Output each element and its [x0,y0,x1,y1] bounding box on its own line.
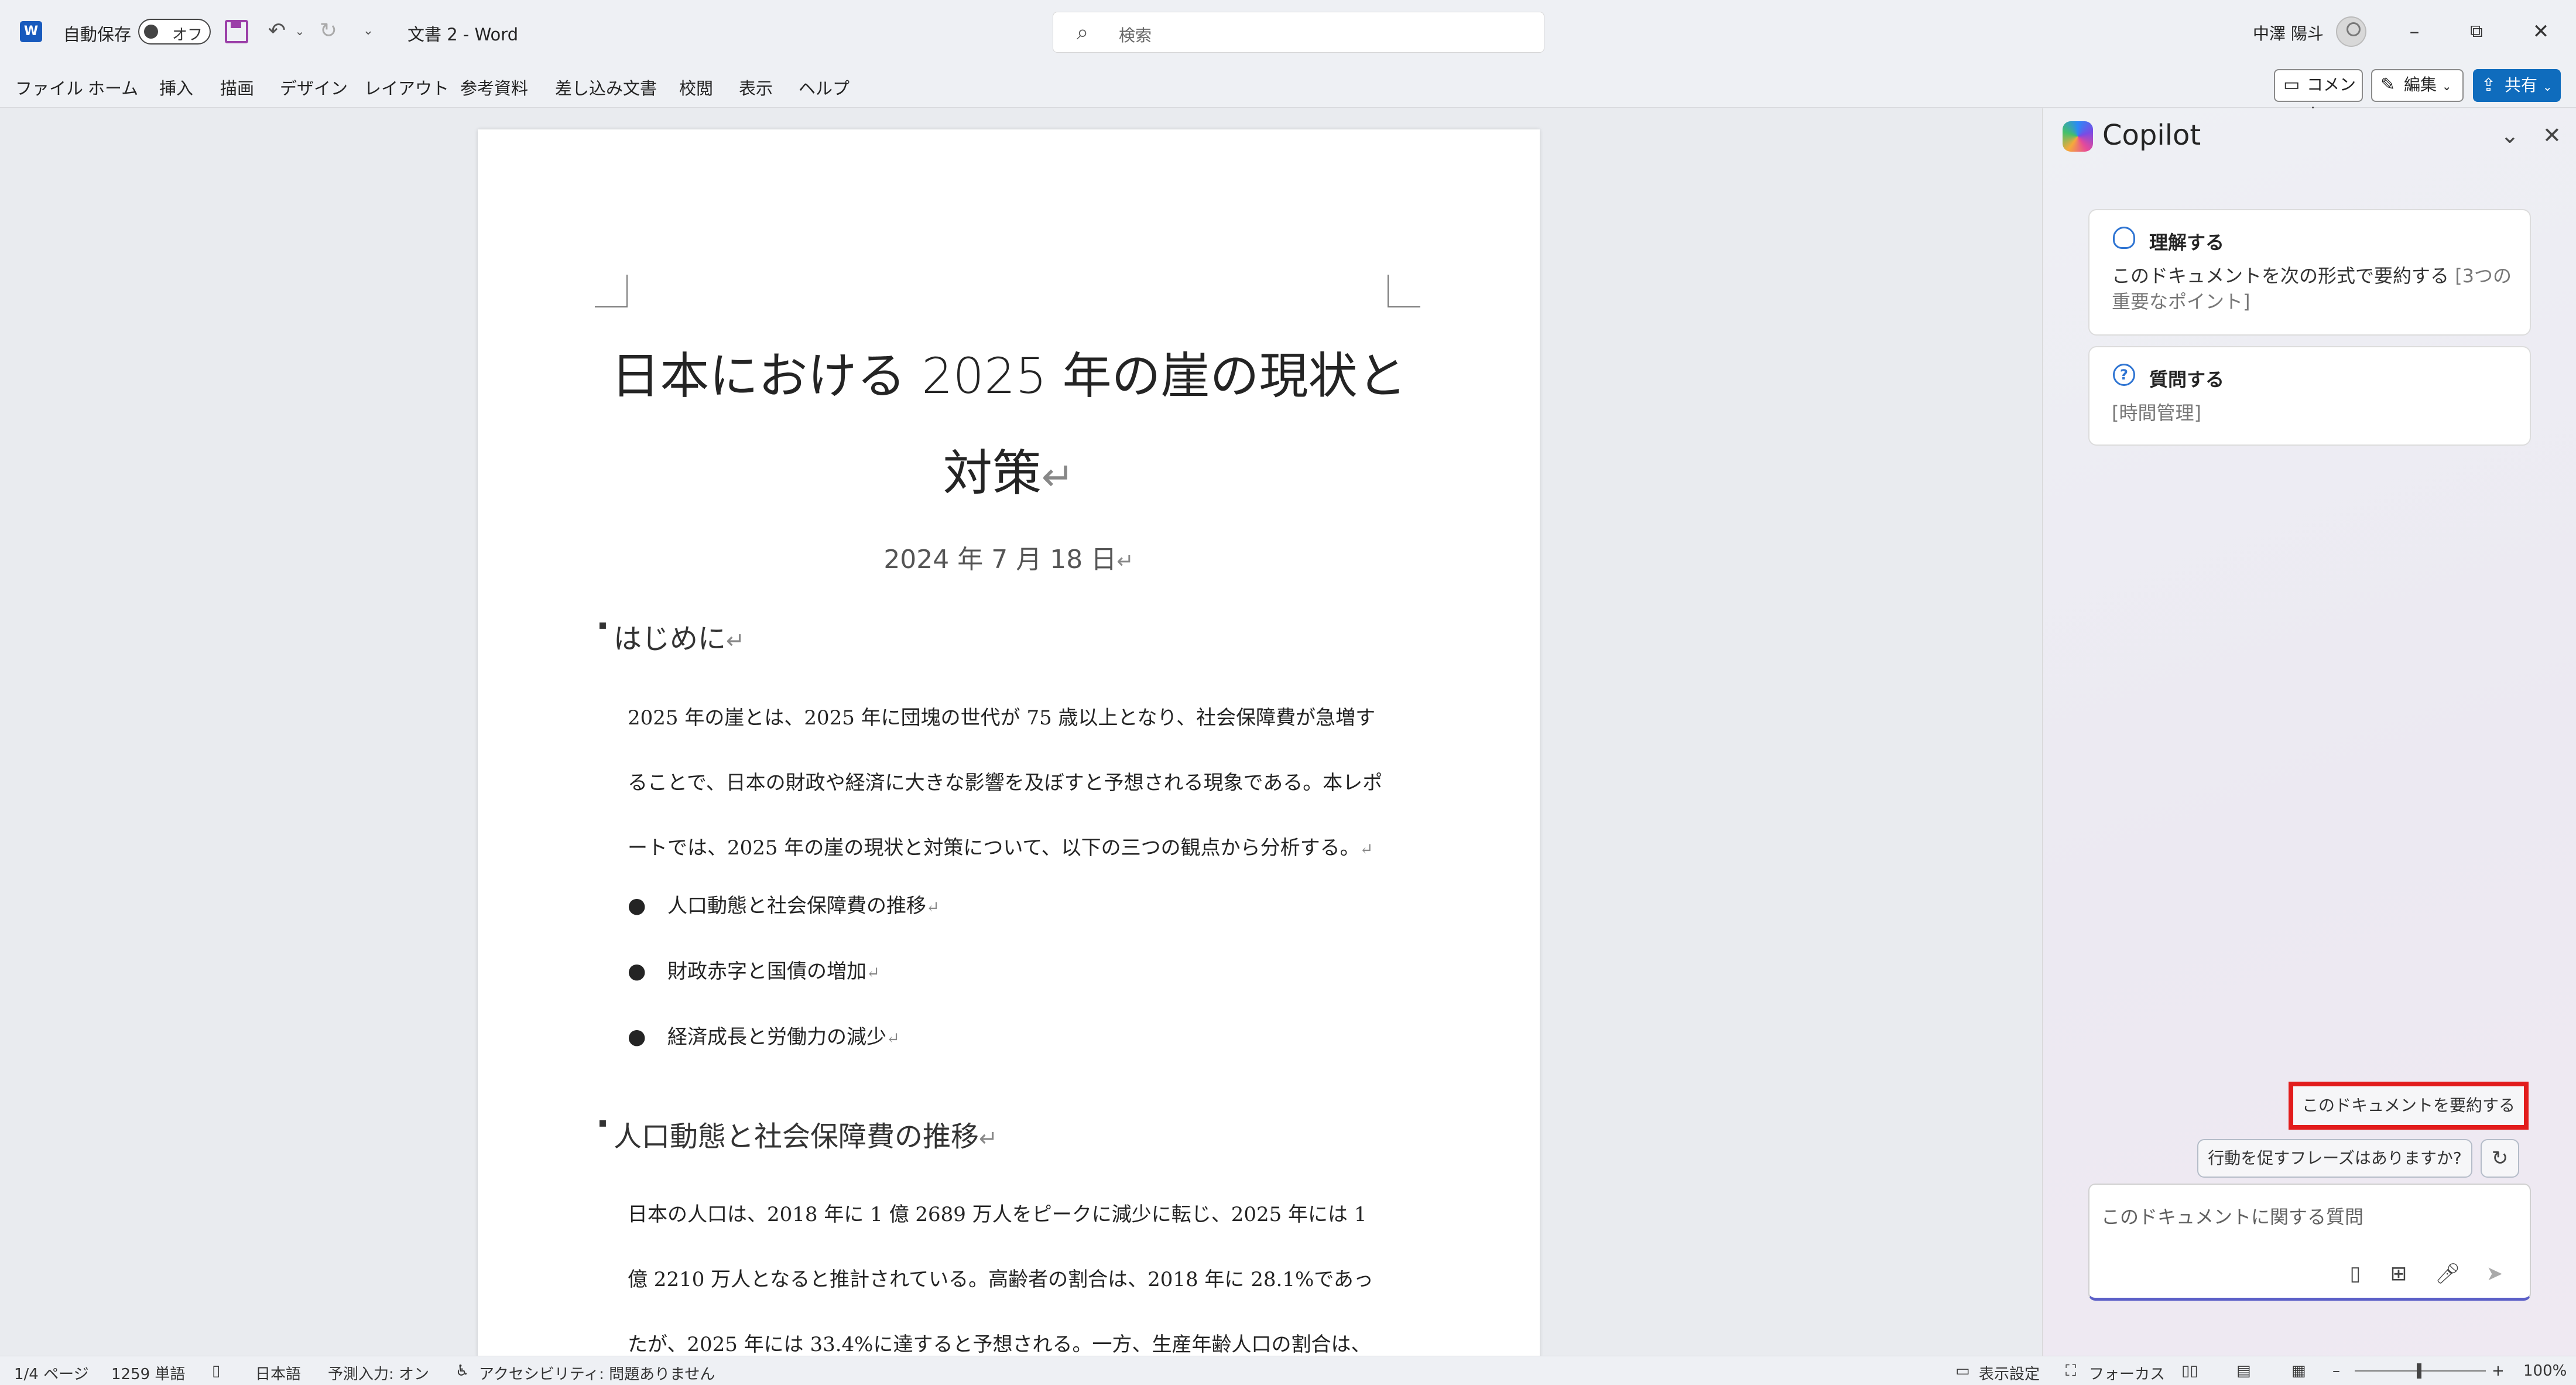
save-icon[interactable] [225,20,248,43]
avatar[interactable] [2336,16,2366,47]
document-name: 文書 2 - Word [407,25,519,45]
zoom-slider-thumb[interactable] [2417,1363,2421,1379]
ribbon-tabs: ファイル ホーム 挿入 描画 デザイン レイアウト 参考資料 差し込み文書 校閲… [0,63,2576,124]
edit-label: 編集 [2404,75,2437,94]
undo-dropdown-icon[interactable]: ⌄ [293,16,307,46]
card-heading: 質問する [2149,368,2225,391]
microphone-icon[interactable]: 🎤︎ [2434,1260,2462,1288]
page-count[interactable]: 1/4 ページ [14,1362,89,1384]
tab-insert[interactable]: 挿入 [159,75,193,100]
read-mode-icon[interactable]: ▯▯ [2181,1362,2198,1380]
zoom-out-icon[interactable]: – [2332,1362,2340,1380]
zoom-in-icon[interactable]: + [2492,1362,2505,1380]
list-item[interactable]: ● 財政赤字と国債の増加↵ [628,955,880,984]
chevron-down-icon[interactable]: ⌄ [2500,122,2519,148]
zoom-level[interactable]: 100% [2523,1362,2567,1380]
search-box[interactable]: ⌕ 検索 [1053,12,1544,53]
focus-mode[interactable]: フォーカス [2089,1362,2165,1384]
margin-marker-left [595,275,628,307]
tab-layout[interactable]: レイアウト [364,75,449,100]
undo-icon[interactable]: ↶ [262,16,292,46]
tab-draw[interactable]: 描画 [220,75,254,100]
status-bar: 1/4 ページ 1259 単語 ▯ 日本語 予測入力: オン ♿︎ アクセシビリ… [0,1356,2576,1385]
autosave-label: 自動保存 [63,25,132,45]
tab-mailings[interactable]: 差し込み文書 [555,75,657,100]
customize-toolbar-icon[interactable]: ⌄ [354,16,383,46]
card-text: このドキュメントを次の形式で要約する [3つの重要なポイント] [2112,265,2512,313]
document-title[interactable]: 日本における 2025 年の崖の現状と対策↵ [595,327,1423,525]
suggestion-cta-button[interactable]: 行動を促すフレーズはありますか? [2197,1139,2472,1178]
autosave-toggle[interactable]: オフ [138,19,211,45]
send-icon[interactable]: ➤ [2481,1260,2509,1288]
copilot-title: Copilot [2102,119,2201,152]
document-page[interactable]: 日本における 2025 年の崖の現状と対策↵ 2024 年 7 月 18 日↵ … [478,129,1540,1356]
accessibility-status[interactable]: アクセシビリティ: 問題ありません [479,1362,715,1384]
toggle-knob [144,25,158,39]
search-placeholder: 検索 [1119,26,1152,45]
display-settings-icon: ▭ [1955,1362,1970,1380]
web-layout-icon[interactable]: ▦ [2291,1362,2306,1380]
notebook-icon[interactable]: ▯ [2341,1260,2369,1288]
display-settings[interactable]: 表示設定 [1979,1362,2040,1384]
pencil-icon: ✎ [2380,74,2396,95]
share-icon: ⇪ [2481,75,2496,95]
section-heading-demographics[interactable]: 人口動態と社会保障費の推移↵ [598,1113,998,1154]
word-count[interactable]: 1259 単語 [111,1362,185,1384]
question-icon: ? [2113,364,2135,386]
margin-marker-right [1388,275,1420,307]
chat-input[interactable]: このドキュメントに関する質問 ▯ ⊞ 🎤︎ ➤ [2088,1184,2531,1301]
card-heading: 理解する [2149,231,2225,254]
highlight-box [2289,1082,2529,1130]
language[interactable]: 日本語 [255,1362,301,1384]
prompt-card-understand[interactable]: 理解する このドキュメントを次の形式で要約する [3つの重要なポイント] [2088,209,2531,336]
refresh-icon[interactable]: ↻ [2481,1139,2519,1178]
copilot-logo-icon [2063,121,2093,152]
user-name[interactable]: 中澤 陽斗 [2253,21,2324,45]
redo-icon[interactable]: ↻ [314,16,343,46]
tab-review[interactable]: 校閲 [679,75,713,100]
minimize-button[interactable]: – [2397,14,2432,49]
share-button[interactable]: ⇪ 共有 ⌄ [2473,69,2561,102]
card-text: [時間管理] [2112,402,2201,424]
copilot-pane: Copilot ⌄ ✕ 理解する このドキュメントを次の形式で要約する [3つの… [2042,108,2576,1356]
search-icon: ⌕ [1077,20,1089,45]
print-layout-icon[interactable]: ▤ [2236,1362,2251,1380]
comment-icon: ▭ [2283,74,2300,95]
list-item[interactable]: ● 経済成長と労働力の減少↵ [628,1021,900,1049]
list-item[interactable]: ● 人口動態と社会保障費の推移↵ [628,890,940,918]
tab-references[interactable]: 参考資料 [460,75,528,100]
autosave-state: オフ [172,26,203,44]
demographics-paragraph[interactable]: 日本の人口は、2018 年に 1 億 2689 万人をピークに減少に転じ、202… [628,1182,1389,1356]
document-date[interactable]: 2024 年 7 月 18 日↵ [595,538,1423,576]
chevron-down-icon: ⌄ [2542,80,2553,94]
accessibility-icon: ♿︎ [455,1362,470,1380]
share-label: 共有 [2505,76,2538,95]
word-icon: W [20,21,42,42]
focus-icon: ⛶ [2065,1362,2077,1380]
book-icon[interactable]: ▯ [212,1362,220,1380]
intro-paragraph[interactable]: 2025 年の崖とは、2025 年に団塊の世代が 75 歳以上となり、社会保障費… [628,686,1389,882]
comment-button[interactable]: ▭ コメント [2274,69,2363,124]
lightbulb-icon [2113,227,2135,249]
predictive-text[interactable]: 予測入力: オン [328,1362,429,1384]
tab-file[interactable]: ファイル [15,75,83,100]
close-button[interactable]: ✕ [2523,14,2558,49]
chat-placeholder: このドキュメントに関する質問 [2101,1206,2364,1228]
section-heading-intro[interactable]: はじめに↵ [598,615,745,656]
tab-view[interactable]: 表示 [739,75,773,100]
apps-icon[interactable]: ⊞ [2385,1260,2413,1288]
edit-mode-button[interactable]: ✎ 編集 ⌄ [2371,69,2464,102]
chevron-down-icon: ⌄ [2441,79,2452,93]
tab-home[interactable]: ホーム [88,75,138,100]
restore-button[interactable]: ⧉ [2459,14,2494,49]
close-pane-icon[interactable]: ✕ [2543,122,2561,148]
title-bar: W 自動保存 オフ ↶ ⌄ ↻ ⌄ 文書 2 - Word ⌕ 検索 中澤 陽斗… [0,0,2576,63]
prompt-card-ask[interactable]: ? 質問する [時間管理] [2088,346,2531,446]
tab-help[interactable]: ヘルプ [799,75,849,100]
tab-design[interactable]: デザイン [280,75,348,100]
document-canvas[interactable]: 日本における 2025 年の崖の現状と対策↵ 2024 年 7 月 18 日↵ … [0,108,2042,1356]
